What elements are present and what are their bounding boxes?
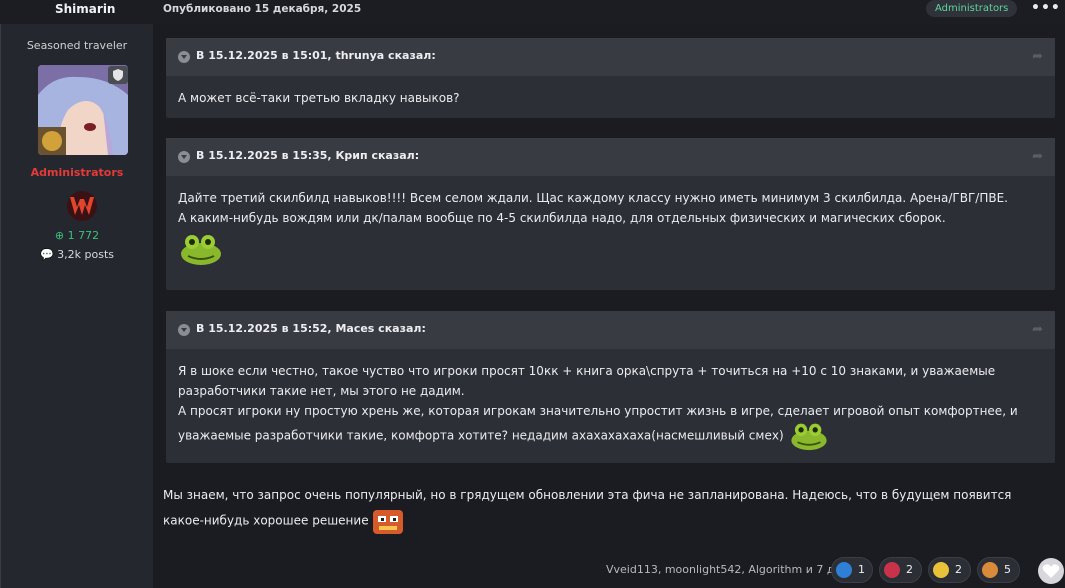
post-count[interactable]: 💬 3,2k posts (1, 248, 153, 261)
reaction-count: 2 (906, 563, 913, 576)
reaction-spider[interactable]: 2 (879, 557, 922, 583)
share-arrow-icon[interactable]: ➦ (1032, 49, 1043, 64)
plus-circle-icon: ⊕ (54, 229, 68, 242)
frog-emoji-icon (786, 421, 832, 451)
spider-emoji-icon (884, 562, 900, 578)
quote-citation[interactable]: В 15.12.2025 в 15:01, thrunya сказал: (196, 49, 436, 62)
eyes-emoji-icon (933, 562, 949, 578)
quote-header: В 15.12.2025 в 15:01, thrunya сказал: ➦ (166, 38, 1055, 76)
share-arrow-icon[interactable]: ➦ (1032, 322, 1043, 337)
react-heart-button[interactable] (1038, 558, 1064, 584)
post-date[interactable]: Опубликовано 15 декабря, 2025 (163, 3, 361, 15)
quote-line: А может всё-таки третью вкладку навыков? (178, 91, 460, 105)
quote-body: Я в шоке если честно, такое чуство что и… (166, 349, 1055, 451)
post-count-value: 3,2k posts (57, 248, 115, 261)
quote-block: В 15.12.2025 в 15:35, Крип сказал: ➦ Дай… (166, 138, 1055, 290)
like-heart-icon (836, 562, 852, 578)
collapse-icon[interactable] (178, 324, 190, 336)
reputation-count: ⊕ 1 772 (1, 229, 153, 242)
frog-emoji-icon (178, 232, 224, 266)
user-group: Administrators (30, 166, 124, 179)
quote-line: Я в шоке если честно, такое чуство что и… (178, 364, 996, 398)
quote-body: Дайте третий скилбилд навыков!!!! Всем с… (166, 176, 1055, 266)
reaction-cat[interactable]: 5 (977, 557, 1020, 583)
collapse-icon[interactable] (178, 51, 190, 63)
quote-line: А каким-нибудь вождям или дк/палам вообщ… (178, 211, 946, 225)
reputation-value: 1 772 (67, 229, 100, 242)
reaction-count: 1 (858, 563, 865, 576)
post-body: Мы знаем, что запрос очень популярный, н… (163, 484, 1043, 536)
more-options-icon[interactable]: ••• (1031, 0, 1061, 16)
shield-icon (108, 66, 128, 84)
quote-header: В 15.12.2025 в 15:52, Maces сказал: ➦ (166, 311, 1055, 349)
reaction-count: 5 (1004, 563, 1011, 576)
user-title: Seasoned traveler (26, 39, 128, 52)
quote-block: В 15.12.2025 в 15:01, thrunya сказал: ➦ … (166, 38, 1055, 118)
comment-icon: 💬 (39, 248, 58, 261)
collapse-icon[interactable] (178, 151, 190, 163)
post-body-text: Мы знаем, что запрос очень популярный, н… (163, 488, 1012, 528)
reaction-count: 2 (955, 563, 962, 576)
author-panel: Seasoned traveler Administrators ⊕ 1 772… (0, 24, 153, 588)
quote-citation[interactable]: В 15.12.2025 в 15:52, Maces сказал: (196, 322, 426, 335)
reactions-summary[interactable]: Vveid113, moonlight542, Algorithm и 7 др… (606, 563, 867, 576)
quote-line-text: А просят игроки ну простую хрень же, кот… (178, 404, 1018, 443)
quote-line: А просят игроки ну простую хрень же, кот… (178, 401, 1043, 451)
quote-line: Дайте третий скилбилд навыков!!!! Всем с… (178, 191, 1008, 205)
reaction-eyes[interactable]: 2 (928, 557, 971, 583)
author-name-link[interactable]: Shimarin (55, 2, 115, 16)
rank-w-icon (65, 189, 99, 223)
share-arrow-icon[interactable]: ➦ (1032, 149, 1043, 164)
cat-emoji-icon (369, 506, 407, 536)
reaction-like[interactable]: 1 (831, 557, 873, 583)
quote-header: В 15.12.2025 в 15:35, Крип сказал: ➦ (166, 138, 1055, 176)
role-badge: Administrators (926, 0, 1018, 17)
cat-emoji-icon (982, 562, 998, 578)
heart-icon (1042, 564, 1060, 578)
post-header: Shimarin Опубликовано 15 декабря, 2025 A… (0, 0, 1065, 24)
quote-block: В 15.12.2025 в 15:52, Maces сказал: ➦ Я … (166, 311, 1055, 463)
quote-citation[interactable]: В 15.12.2025 в 15:35, Крип сказал: (196, 149, 419, 162)
quote-body: А может всё-таки третью вкладку навыков? (166, 76, 1055, 108)
